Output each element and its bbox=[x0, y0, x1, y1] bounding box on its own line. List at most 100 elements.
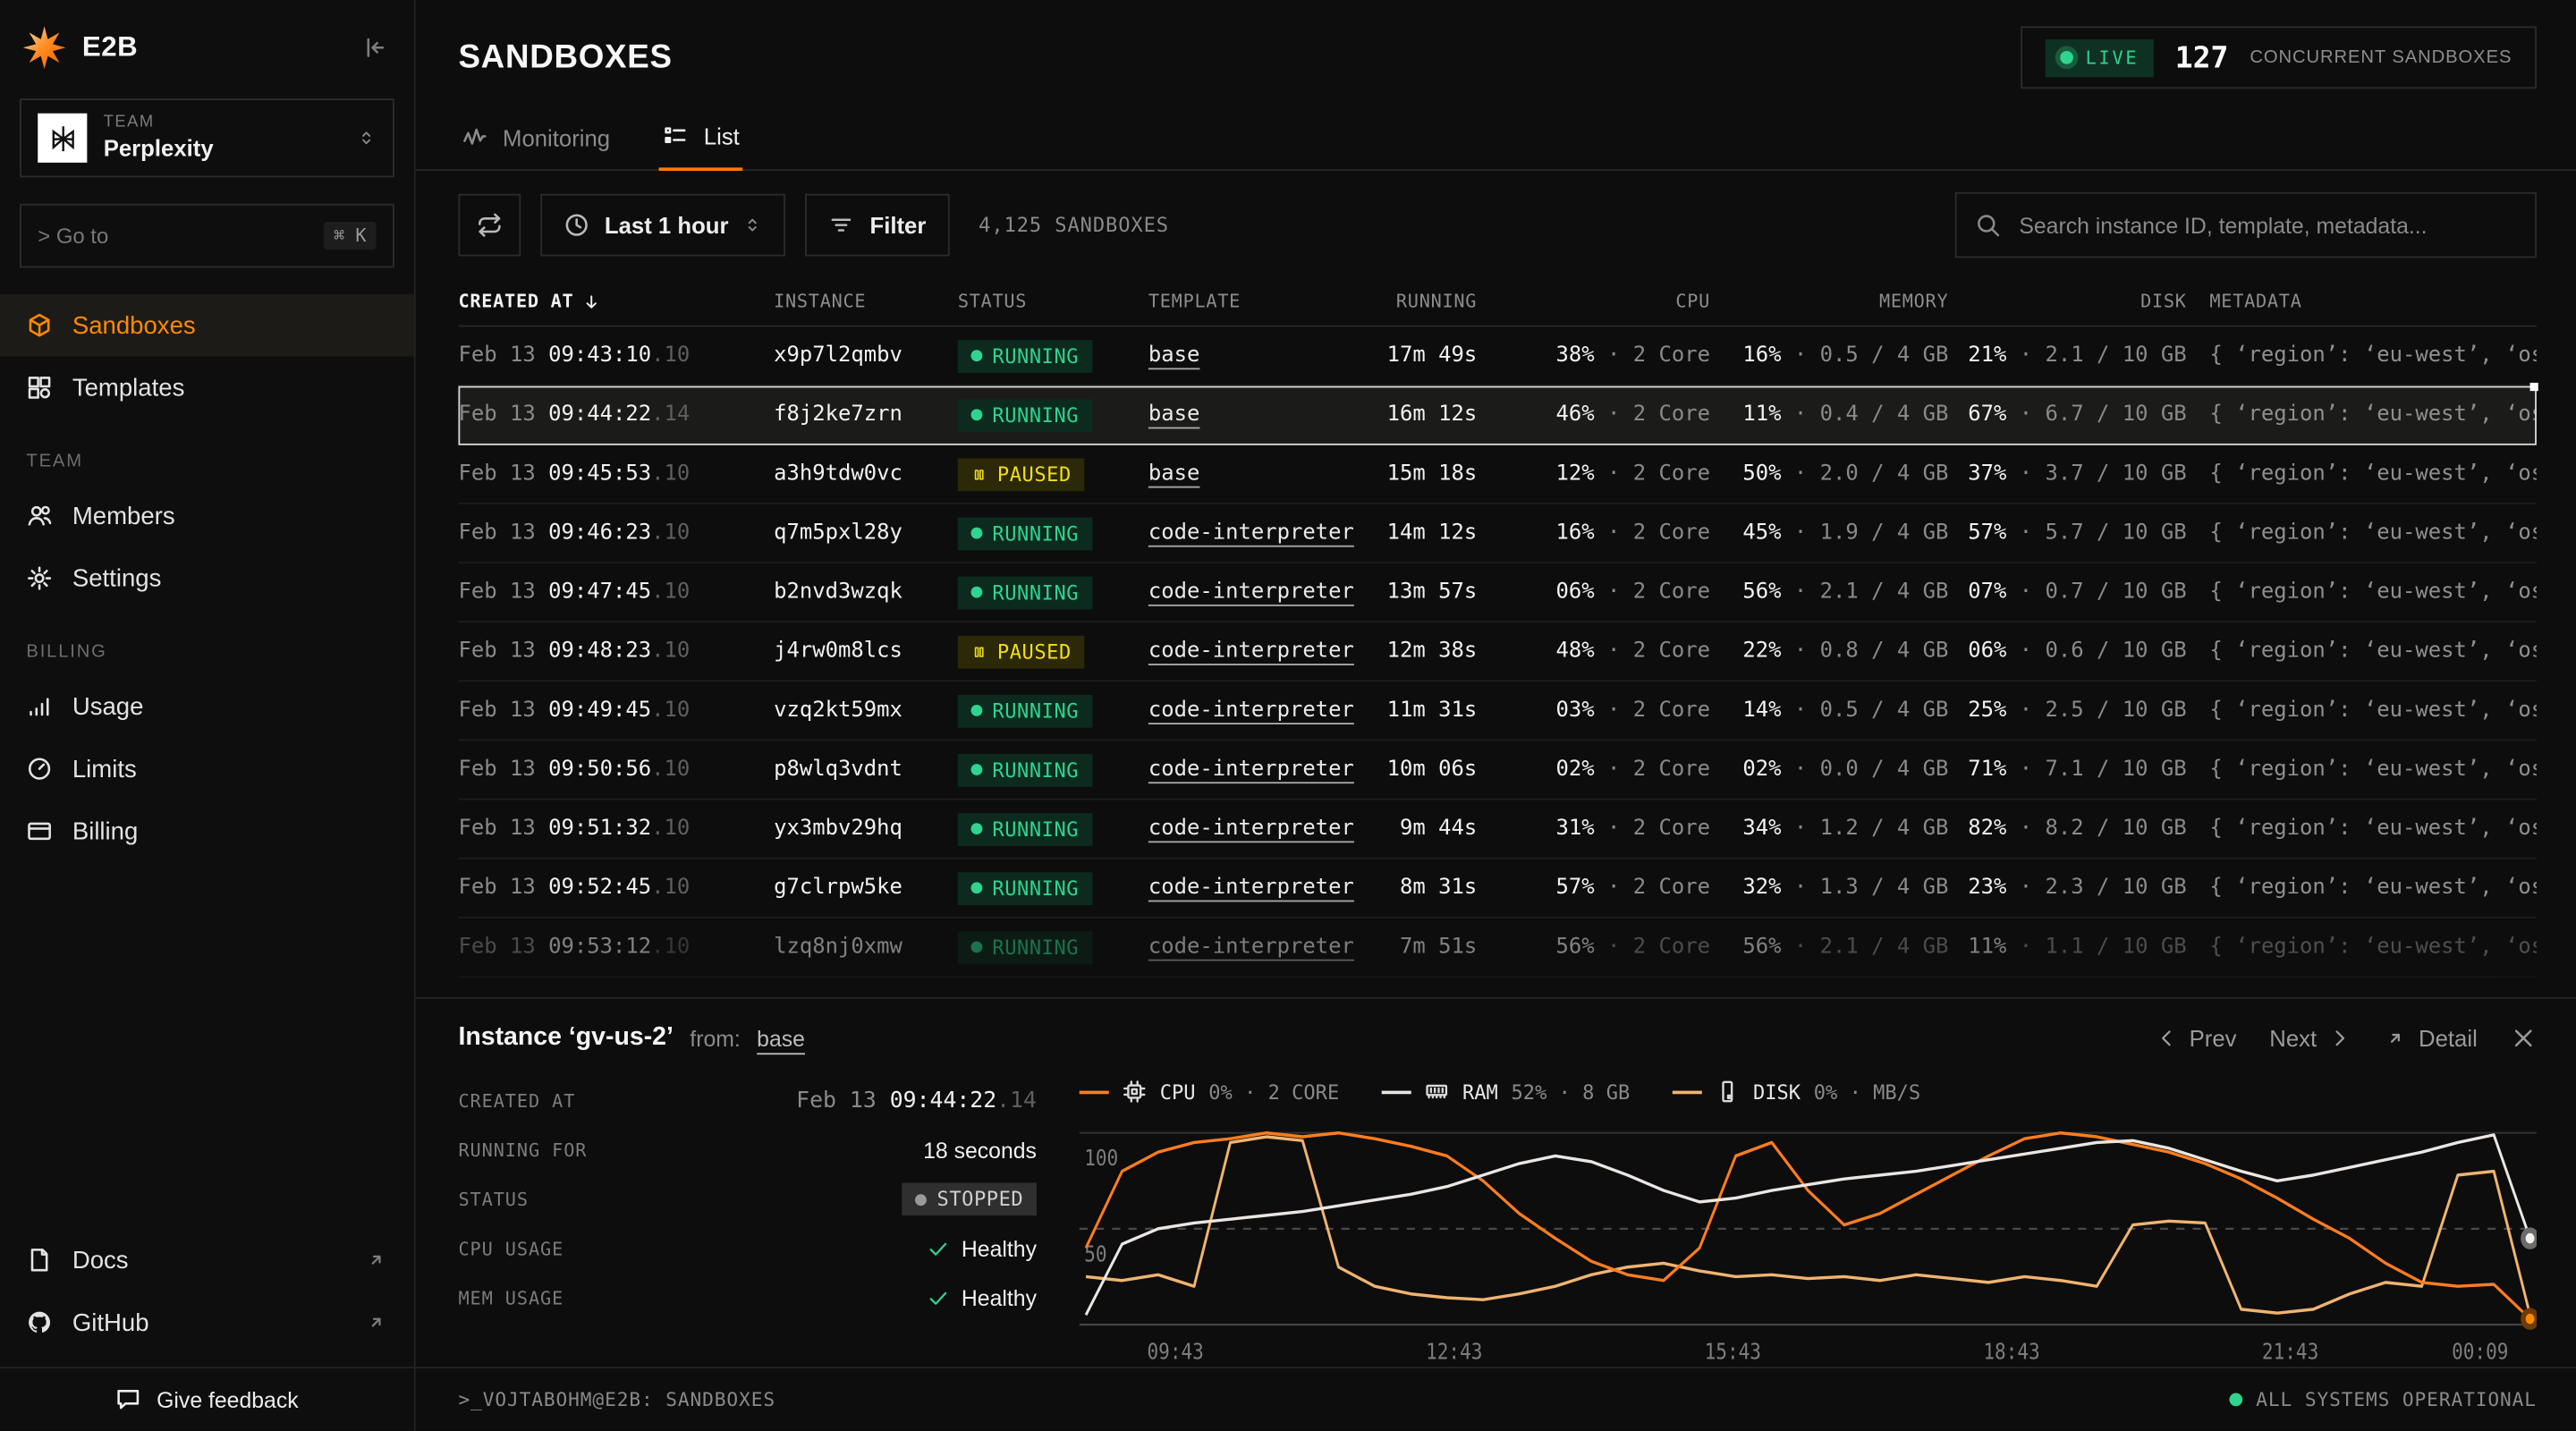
created-at-cell: Feb 13 09:51:32.10 bbox=[458, 817, 774, 842]
template-link[interactable]: code-interpreter bbox=[1148, 699, 1354, 724]
svg-text:00:09: 00:09 bbox=[2452, 1340, 2508, 1365]
page-header: SANDBOXES LIVE 127 CONCURRENT SANDBOXES bbox=[416, 0, 2576, 89]
refresh-button[interactable] bbox=[458, 194, 521, 257]
memory-cell: 11% · 0.4 / 4 GB bbox=[1710, 402, 1948, 428]
next-button[interactable]: Next bbox=[2269, 1025, 2351, 1051]
filter-button[interactable]: Filter bbox=[806, 194, 949, 257]
metric-label: RUNNING FOR bbox=[458, 1139, 587, 1161]
time-range-select[interactable]: Last 1 hour bbox=[540, 194, 786, 257]
instance-cell: j4rw0m8lcs bbox=[774, 639, 958, 664]
instance-cell: yx3mbv29hq bbox=[774, 817, 958, 842]
table-row[interactable]: Feb 13 09:48:23.10j4rw0m8lcsPAUSEDcode-i… bbox=[458, 622, 2536, 682]
sidebar-item-label: Sandboxes bbox=[72, 311, 196, 339]
disk-cell: 57% · 5.7 / 10 GB bbox=[1948, 521, 2186, 546]
sidebar-item-sandboxes[interactable]: Sandboxes bbox=[0, 294, 414, 357]
detail-template-link[interactable]: base bbox=[757, 1026, 805, 1051]
table-row[interactable]: Feb 13 09:44:22.14f8j2ke7zrnRUNNINGbase1… bbox=[458, 386, 2536, 445]
status-badge: STOPPED bbox=[902, 1182, 1037, 1215]
disk-cell: 07% · 0.7 / 10 GB bbox=[1948, 580, 2186, 605]
cpu-cell: 38% · 2 Core bbox=[1477, 343, 1710, 368]
search-input[interactable] bbox=[2016, 211, 2517, 239]
status-cell: RUNNING bbox=[958, 339, 1148, 372]
table-row[interactable]: Feb 13 09:52:45.10g7clrpw5keRUNNINGcode-… bbox=[458, 859, 2536, 919]
template-link[interactable]: base bbox=[1148, 343, 1200, 368]
template-link[interactable]: code-interpreter bbox=[1148, 817, 1354, 842]
sidebar-item-billing[interactable]: Billing bbox=[0, 800, 414, 862]
disk-cell: 71% · 7.1 / 10 GB bbox=[1948, 758, 2186, 783]
sidebar-item-label: Billing bbox=[72, 817, 139, 845]
tab-list[interactable]: List bbox=[659, 108, 742, 171]
table-row[interactable]: Feb 13 09:46:23.10q7m5pxl28yRUNNINGcode-… bbox=[458, 504, 2536, 563]
memory-cell: 14% · 0.5 / 4 GB bbox=[1710, 699, 1948, 724]
tab-list-label: List bbox=[704, 123, 740, 149]
metric-label: MEM USAGE bbox=[458, 1287, 564, 1308]
running-cell: 10m 06s bbox=[1375, 758, 1477, 783]
legend-stats: 0% · 2 CORE bbox=[1208, 1080, 1339, 1104]
template-cell: code-interpreter bbox=[1148, 521, 1375, 546]
cpu-cell: 02% · 2 Core bbox=[1477, 758, 1710, 783]
sidebar-item-limits[interactable]: Limits bbox=[0, 738, 414, 800]
instance-cell: b2nvd3wzqk bbox=[774, 580, 958, 605]
sidebar-item-docs[interactable]: Docs bbox=[0, 1229, 414, 1291]
template-link[interactable]: code-interpreter bbox=[1148, 758, 1354, 783]
sidebar-item-members[interactable]: Members bbox=[0, 485, 414, 547]
table-row[interactable]: Feb 13 09:51:32.10yx3mbv29hqRUNNINGcode-… bbox=[458, 800, 2536, 859]
sidebar-item-templates[interactable]: Templates bbox=[0, 357, 414, 419]
sidebar-item-github[interactable]: GitHub bbox=[0, 1291, 414, 1354]
template-link[interactable]: code-interpreter bbox=[1148, 639, 1354, 664]
table-row[interactable]: Feb 13 09:49:45.10vzq2kt59mxRUNNINGcode-… bbox=[458, 682, 2536, 741]
prev-button[interactable]: Prev bbox=[2155, 1025, 2236, 1051]
template-link[interactable]: base bbox=[1148, 402, 1200, 428]
collapse-sidebar-icon[interactable] bbox=[361, 35, 387, 61]
sidebar-item-usage[interactable]: Usage bbox=[0, 675, 414, 738]
table-row[interactable]: Feb 13 09:50:56.10p8wlq3vdntRUNNINGcode-… bbox=[458, 741, 2536, 800]
created-at-cell: Feb 13 09:45:53.10 bbox=[458, 461, 774, 487]
template-link[interactable]: base bbox=[1148, 461, 1200, 487]
cpu-cell: 03% · 2 Core bbox=[1477, 699, 1710, 724]
status-badge: RUNNING bbox=[958, 398, 1092, 431]
column-header-template: TEMPLATE bbox=[1148, 291, 1375, 312]
team-label: TEAM bbox=[104, 114, 340, 134]
template-link[interactable]: code-interpreter bbox=[1148, 935, 1354, 960]
credit-card-icon bbox=[26, 818, 52, 844]
sidebar-item-settings[interactable]: Settings bbox=[0, 547, 414, 610]
status-dot-icon bbox=[971, 528, 983, 539]
disk-cell: 21% · 2.1 / 10 GB bbox=[1948, 343, 2186, 368]
status-dot-icon bbox=[971, 350, 983, 361]
chevron-up-down-icon bbox=[357, 128, 377, 148]
sidebar-item-label: Members bbox=[72, 502, 175, 529]
tab-monitoring[interactable]: Monitoring bbox=[458, 108, 613, 169]
metadata-cell: { ‘region’: ‘eu-west’, ‘os’: ‘ubuntu… bbox=[2187, 876, 2537, 901]
detail-button[interactable]: Detail bbox=[2384, 1025, 2477, 1051]
sort-desc-icon bbox=[582, 292, 602, 311]
table-row[interactable]: Feb 13 09:43:10.10x9p7l2qmbvRUNNINGbase1… bbox=[458, 327, 2536, 386]
give-feedback-button[interactable]: Give feedback bbox=[0, 1367, 414, 1431]
table-row[interactable]: Feb 13 09:47:45.10b2nvd3wzqkRUNNINGcode-… bbox=[458, 563, 2536, 622]
team-selector[interactable]: TEAM Perplexity bbox=[20, 98, 394, 177]
status-cell: RUNNING bbox=[958, 517, 1148, 550]
table-row[interactable]: Feb 13 09:45:53.10a3h9tdw0vcPAUSEDbase15… bbox=[458, 445, 2536, 504]
team-name: Perplexity bbox=[104, 134, 340, 163]
disk-cell: 11% · 1.1 / 10 GB bbox=[1948, 935, 2186, 960]
goto-search[interactable]: > Go to ⌘ K bbox=[20, 204, 394, 268]
created-at-cell: Feb 13 09:47:45.10 bbox=[458, 580, 774, 605]
template-link[interactable]: code-interpreter bbox=[1148, 580, 1354, 605]
detail-from-label: from: bbox=[690, 1026, 741, 1051]
created-at-cell: Feb 13 09:52:45.10 bbox=[458, 876, 774, 901]
filter-label: Filter bbox=[869, 212, 926, 238]
detail-body: CREATED ATFeb 13 09:44:22.14RUNNING FOR1… bbox=[458, 1076, 2536, 1367]
template-link[interactable]: code-interpreter bbox=[1148, 876, 1354, 901]
cpu-cell: 12% · 2 Core bbox=[1477, 461, 1710, 487]
template-link[interactable]: code-interpreter bbox=[1148, 521, 1354, 546]
svg-text:15:43: 15:43 bbox=[1705, 1340, 1761, 1365]
legend-swatch bbox=[1080, 1090, 1109, 1094]
template-cell: code-interpreter bbox=[1148, 758, 1375, 783]
running-cell: 11m 31s bbox=[1375, 699, 1477, 724]
column-header-created-at[interactable]: CREATED AT bbox=[458, 291, 774, 312]
status-cell: PAUSED bbox=[958, 458, 1148, 491]
legend-swatch bbox=[1382, 1090, 1411, 1094]
table-row[interactable]: Feb 13 09:53:12.10lzq8nj0xmwRUNNINGcode-… bbox=[458, 919, 2536, 978]
cpu-cell: 16% · 2 Core bbox=[1477, 521, 1710, 546]
close-icon[interactable] bbox=[2511, 1025, 2537, 1051]
instance-cell: q7m5pxl28y bbox=[774, 521, 958, 546]
